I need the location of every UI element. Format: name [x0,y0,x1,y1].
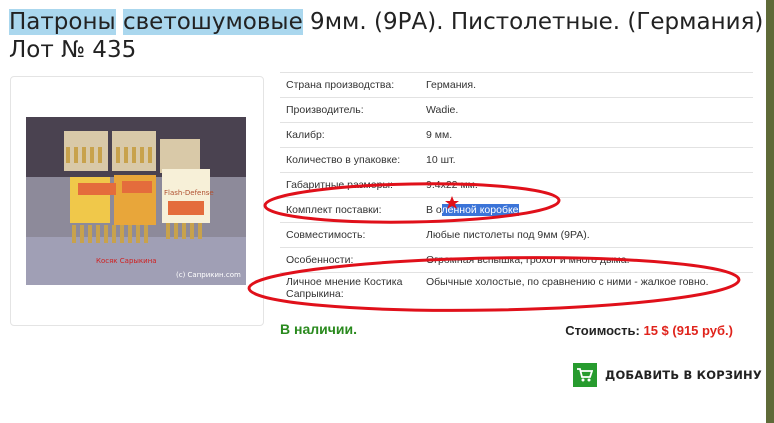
spec-key: Количество в упаковке: [280,147,420,173]
lot-number: Лот № 435 [9,37,137,63]
title-highlight-word-1: Патроны [9,9,116,35]
spec-value: 9.4х22 мм. [420,172,753,198]
spec-key: Калибр: [280,122,420,148]
spec-row: Особенности: Огромная вспышка, грохот и … [280,247,753,273]
spec-key: Производитель: [280,97,420,123]
product-photo-frame[interactable]: Flash-Defense Косяк Сарыкина (с) Саприки… [10,76,264,326]
spec-key: Личное мнение Костика Сапрыкина: [280,272,420,308]
spec-value: Wadie. [420,97,753,123]
spec-value: В оленной коробке [420,197,753,223]
spec-key: Совместимость: [280,222,420,248]
spec-row: Совместимость: Любые пистолеты под 9мм (… [280,222,753,248]
specs-table: Страна производства: Германия. Производи… [280,72,753,308]
photo-caption-1: Косяк Сарыкина [96,257,157,265]
spec-row: Страна производства: Германия. [280,72,753,98]
cart-icon[interactable] [573,363,597,387]
price-value: 15 $ (915 руб.) [643,323,733,338]
spec-row: Комплект поставки: В оленной коробке [280,197,753,223]
spec-value: 9 мм. [420,122,753,148]
spec-value: Германия. [420,72,753,98]
spec-row: Количество в упаковке: 10 шт. [280,147,753,173]
price: Стоимость: 15 $ (915 руб.) [565,323,733,338]
spec-key: Комплект поставки: [280,197,420,223]
add-to-cart-button[interactable]: ДОБАВИТЬ В КОРЗИНУ [573,362,762,388]
add-to-cart-label[interactable]: ДОБАВИТЬ В КОРЗИНУ [605,368,762,382]
spec-key: Габаритные размеры: [280,172,420,198]
spec-key: Страна производства: [280,72,420,98]
spec-value: 10 шт. [420,147,753,173]
spec-value-text: В о [426,204,442,216]
photo-caption-2: (с) Саприкин.com [176,271,241,279]
spec-value: Огромная вспышка, грохот и много дыма. [420,247,753,273]
box-label: Flash-Defense [164,189,214,197]
product-photo[interactable]: Flash-Defense Косяк Сарыкина (с) Саприки… [26,117,246,285]
spec-value: Любые пистолеты под 9мм (9РА). [420,222,753,248]
spec-row: Габаритные размеры: 9.4х22 мм. [280,172,753,198]
spec-row: Личное мнение Костика Сапрыкина: Обычные… [280,272,753,308]
spec-value: Обычные холостые, по сравнению с ними - … [420,272,753,308]
availability-status: В наличии. [280,321,357,337]
product-panel: Патроны светошумовые 9мм. (9РА). Пистоле… [0,0,766,423]
spec-key: Особенности: [280,247,420,273]
page-title: Патроны светошумовые 9мм. (9РА). Пистоле… [9,8,764,64]
price-label: Стоимость: [565,323,640,338]
spec-row: Калибр: 9 мм. [280,122,753,148]
selected-text[interactable]: ленной коробке [441,204,519,216]
spec-row: Производитель: Wadie. [280,97,753,123]
title-rest: 9мм. (9РА). Пистолетные. (Германия) [302,9,764,35]
title-highlight-word-2: светошумовые [122,9,303,35]
